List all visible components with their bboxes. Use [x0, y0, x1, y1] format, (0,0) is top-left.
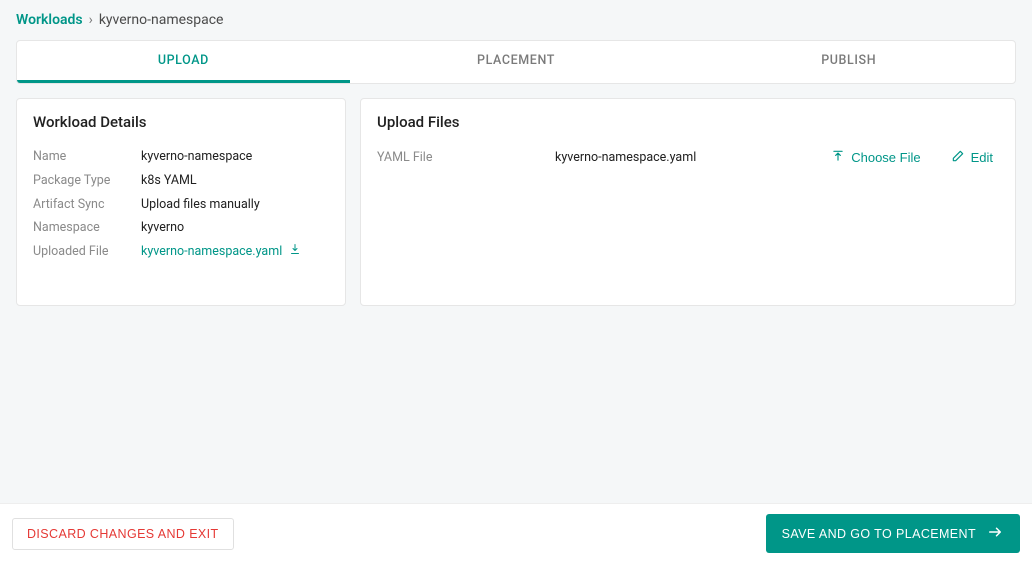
upload-files-title: Upload Files [377, 113, 999, 131]
detail-value: Upload files manually [141, 193, 260, 217]
detail-row-uploaded-file: Uploaded File kyverno-namespace.yaml [33, 240, 329, 264]
upload-files-card: Upload Files YAML File kyverno-namespace… [360, 98, 1016, 306]
choose-file-label: Choose File [851, 150, 920, 165]
download-icon[interactable] [289, 240, 301, 264]
edit-button[interactable]: Edit [945, 145, 999, 170]
arrow-right-icon [986, 523, 1004, 544]
edit-label: Edit [971, 150, 993, 165]
breadcrumb-separator: › [89, 12, 93, 28]
breadcrumb-current: kyverno-namespace [99, 12, 224, 28]
detail-label: Namespace [33, 216, 141, 240]
upload-value: kyverno-namespace.yaml [555, 150, 807, 165]
tab-placement[interactable]: PLACEMENT [350, 41, 683, 83]
detail-row-namespace: Namespace kyverno [33, 216, 329, 240]
upload-row-yaml: YAML File kyverno-namespace.yaml Choose … [377, 145, 999, 170]
choose-file-button[interactable]: Choose File [825, 145, 926, 170]
upload-label: YAML File [377, 150, 537, 165]
detail-label: Artifact Sync [33, 193, 141, 217]
detail-row-artifact: Artifact Sync Upload files manually [33, 193, 329, 217]
discard-button[interactable]: DISCARD CHANGES AND EXIT [12, 518, 234, 550]
uploaded-file-link[interactable]: kyverno-namespace.yaml [141, 244, 282, 259]
tab-publish[interactable]: PUBLISH [682, 41, 1015, 83]
detail-label: Package Type [33, 169, 141, 193]
detail-value: kyverno [141, 216, 184, 240]
breadcrumb: Workloads › kyverno-namespace [16, 12, 1016, 28]
pencil-icon [951, 149, 965, 166]
save-and-go-button[interactable]: SAVE AND GO TO PLACEMENT [766, 514, 1020, 553]
breadcrumb-root-link[interactable]: Workloads [16, 12, 83, 28]
detail-label: Name [33, 145, 141, 169]
workload-details-title: Workload Details [33, 113, 329, 131]
footer-bar: DISCARD CHANGES AND EXIT SAVE AND GO TO … [0, 503, 1032, 563]
detail-value: k8s YAML [141, 169, 197, 193]
save-button-label: SAVE AND GO TO PLACEMENT [782, 527, 976, 541]
upload-icon [831, 149, 845, 166]
detail-value: kyverno-namespace [141, 145, 252, 169]
tab-upload[interactable]: UPLOAD [17, 41, 350, 83]
detail-label: Uploaded File [33, 240, 141, 264]
detail-row-package: Package Type k8s YAML [33, 169, 329, 193]
detail-row-name: Name kyverno-namespace [33, 145, 329, 169]
tabs: UPLOAD PLACEMENT PUBLISH [16, 40, 1016, 84]
workload-details-card: Workload Details Name kyverno-namespace … [16, 98, 346, 306]
